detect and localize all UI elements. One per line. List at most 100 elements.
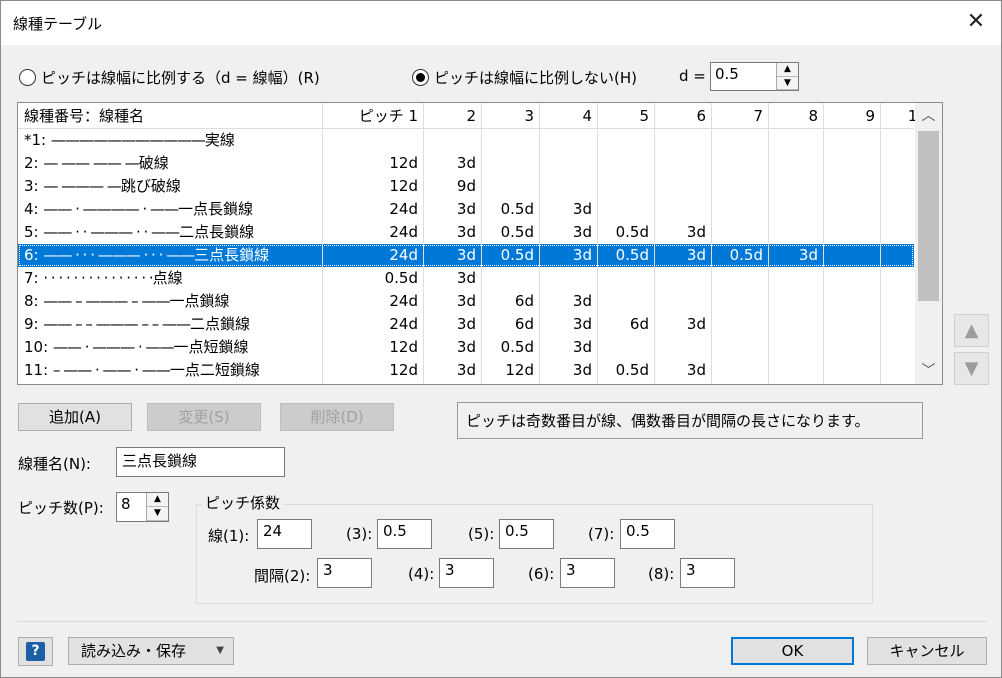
pitch-cell — [769, 129, 824, 152]
pitch-cell — [824, 336, 881, 359]
line-type-name-cell: 8: —— – ——— – ——一点鎖線 — [18, 290, 323, 313]
column-divider — [768, 103, 769, 384]
coef-5-label: (5): — [468, 525, 495, 543]
table-row[interactable]: 4: —— · ———— · ——一点長鎖線 24d 3d 0.5d 3d — [18, 198, 914, 221]
chevron-down-icon[interactable]: ﹀ — [915, 358, 942, 384]
change-button[interactable]: 変更(S) — [147, 403, 261, 431]
table-row[interactable]: 2: — —— —— —破線 12d 3d — [18, 152, 914, 175]
line-type-name-cell: 2: — —— —— —破線 — [18, 152, 323, 175]
pitch-count-label: ピッチ数(P): — [18, 499, 104, 517]
chevron-up-icon[interactable]: ︿ — [915, 103, 942, 129]
pitch-cell — [824, 129, 881, 152]
close-icon[interactable]: ✕ — [963, 9, 989, 35]
pitch-cell: 3d — [572, 315, 592, 333]
add-button[interactable]: 追加(A) — [18, 403, 132, 431]
pitch-cell: 3d — [686, 246, 706, 264]
cancel-button[interactable]: キャンセル — [867, 637, 987, 665]
pitch-cell — [712, 152, 769, 175]
line-pattern-preview: —— – – ——— – – —— — [43, 315, 191, 333]
pitch-cell — [769, 175, 824, 198]
coef-2-label: 間隔(2): — [254, 567, 311, 585]
pitch-cell: 24d — [389, 292, 418, 310]
coef-8-input[interactable]: 3 — [680, 558, 735, 588]
pitch-cell — [824, 267, 881, 290]
scroll-thumb[interactable] — [918, 131, 939, 301]
line-name-input[interactable]: 三点長鎖線 — [116, 447, 285, 477]
move-up-button[interactable]: ▲ — [954, 314, 989, 347]
column-divider — [539, 103, 540, 384]
line-type-number: 4: — [24, 200, 44, 218]
triangle-down-icon: ▼ — [964, 358, 979, 379]
pitch-cell: 3d — [572, 246, 592, 264]
spin-down-icon[interactable]: ▼ — [147, 507, 168, 521]
load-save-button[interactable]: 読み込み・保存 ▼ — [68, 637, 234, 665]
radio-not-proportional[interactable]: ピッチは線幅に比例しない(H) — [412, 67, 637, 88]
line-type-name-cell: 10: —— · ——— · ——一点短鎖線 — [18, 336, 323, 359]
coef-3-input[interactable]: 0.5 — [377, 519, 432, 549]
dialog-title: 線種テーブル — [13, 15, 103, 33]
pitch-count-spinner[interactable]: 8 ▲ ▼ — [116, 492, 169, 522]
table-row[interactable]: 6: —— · · · ——— · · · ——三点長鎖線 24d 3d 0.5d 3d… — [18, 244, 914, 267]
delete-button[interactable]: 削除(D) — [280, 403, 394, 431]
coef-2-input[interactable]: 3 — [317, 558, 372, 588]
pitch-cell: 3d — [798, 246, 818, 264]
line-type-name: 実線 — [204, 131, 235, 149]
pitch-count-arrows[interactable]: ▲ ▼ — [146, 493, 168, 521]
pitch-cell: 12d — [389, 361, 418, 379]
table-row[interactable]: 3: — ——— —跳び破線 12d 9d — [18, 175, 914, 198]
coef-5-input[interactable]: 0.5 — [499, 519, 554, 549]
pitch-cell: 3d — [572, 361, 592, 379]
line-type-name-cell: 3: — ——— —跳び破線 — [18, 175, 323, 198]
line-type-name-cell: *1: ———————————実線 — [18, 129, 323, 152]
pitch-cell: 3d — [456, 154, 476, 172]
pitch-cell: 12d — [389, 338, 418, 356]
table-row[interactable]: 7: · · · · · · · · · · · · · · ·点線 0.5d 3d — [18, 267, 914, 290]
d-value-spinner[interactable]: 0.5 ▲ ▼ — [710, 62, 799, 91]
table-row[interactable]: *1: ———————————実線 — [18, 129, 914, 152]
d-value[interactable]: 0.5 — [715, 65, 739, 83]
table-row[interactable]: 10: —— · ——— · ——一点短鎖線 12d 3d 0.5d 3d — [18, 336, 914, 359]
pitch-count-value[interactable]: 8 — [121, 495, 131, 513]
coef-7-input[interactable]: 0.5 — [620, 519, 675, 549]
line-type-name: 跳び破線 — [120, 177, 181, 195]
radio-proportional-dot[interactable] — [19, 69, 36, 86]
coef-6-input[interactable]: 3 — [560, 558, 615, 588]
line-pattern-preview: —— · · ——— · · —— — [43, 223, 180, 241]
pitch-coefficient-title: ピッチ係数 — [202, 492, 284, 513]
pitch-cell: 24d — [389, 315, 418, 333]
pitch-cell — [598, 267, 655, 290]
spin-down-icon[interactable]: ▼ — [777, 76, 798, 90]
pitch-cell — [482, 175, 540, 198]
pitch-cell — [540, 129, 598, 152]
table-row[interactable]: 5: —— · · ——— · · ——二点長鎖線 24d 3d 0.5d 3d 0.5d… — [18, 221, 914, 244]
radio-not-proportional-dot[interactable] — [412, 69, 429, 86]
pitch-cell — [424, 129, 482, 152]
coef-1-input[interactable]: 24 — [257, 519, 312, 549]
d-spinner-arrows[interactable]: ▲ ▼ — [776, 63, 798, 90]
column-divider — [423, 103, 424, 384]
spin-up-icon[interactable]: ▲ — [777, 63, 798, 77]
pitch-cell — [655, 129, 712, 152]
pitch-cell: 0.5d — [500, 246, 534, 264]
line-type-name: 破線 — [138, 154, 169, 172]
pitch-cell — [712, 313, 769, 336]
pitch-cell — [655, 267, 712, 290]
pitch-cell — [540, 175, 598, 198]
ok-button[interactable]: OK — [731, 637, 854, 665]
coef-4-input[interactable]: 3 — [439, 558, 494, 588]
radio-proportional[interactable]: ピッチは線幅に比例する（d = 線幅）(R) — [19, 67, 320, 88]
table-row[interactable]: 11: – —— · —— · ——一点二短鎖線 12d 3d 12d 3d 0.5d 3d — [18, 359, 914, 382]
coef-8-label: (8): — [648, 565, 675, 583]
spin-up-icon[interactable]: ▲ — [147, 493, 168, 507]
line-type-table[interactable]: 線種番号：線種名ピッチ 12345678910 *1: ———————————実… — [17, 102, 943, 385]
column-divider — [654, 103, 655, 384]
pitch-cell: 3d — [572, 200, 592, 218]
move-down-button[interactable]: ▼ — [954, 352, 989, 385]
line-pattern-preview: —— – ——— – —— — [43, 292, 170, 310]
help-button[interactable]: ? — [18, 637, 53, 666]
pitch-cell: 12d — [389, 154, 418, 172]
table-row[interactable]: 9: —— – – ——— – – ——二点鎖線 24d 3d 6d 3d 6d 3d — [18, 313, 914, 336]
table-scrollbar[interactable]: ︿ ﹀ — [915, 103, 942, 384]
table-row[interactable]: 8: —— – ——— – ——一点鎖線 24d 3d 6d 3d — [18, 290, 914, 313]
line-type-name: 一点長鎖線 — [177, 200, 253, 218]
